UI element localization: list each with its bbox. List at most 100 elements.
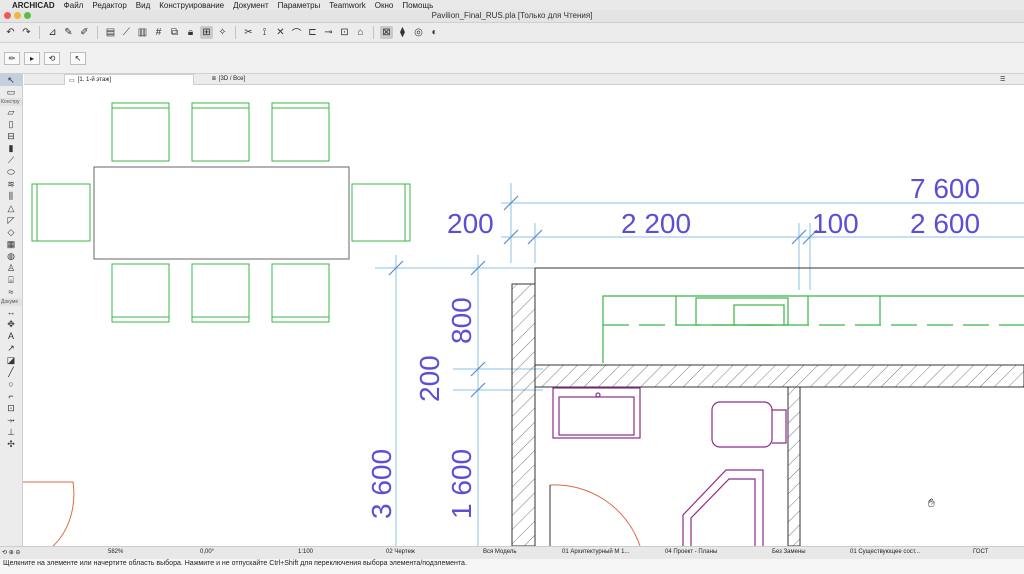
rotate-icon[interactable]: ⟲ [44,52,60,65]
model-view[interactable]: Вся Модель [483,549,516,555]
pointer-icon[interactable]: ↖ [70,52,86,65]
nav-undo-icon[interactable]: ⟲ ⊕ ⊖ [2,549,20,556]
window-tool-icon[interactable]: ⊟ [0,130,22,142]
pen-set[interactable]: 01 Архитектурный М 1... [562,549,629,555]
lock-icon[interactable]: 🔒︎ [184,26,197,39]
menu-file[interactable]: Файл [64,1,84,10]
syringe-icon[interactable]: ✐ [78,26,91,39]
menu-design[interactable]: Конструирование [159,1,224,10]
trim-icon[interactable]: ✂ [242,26,255,39]
marquee-tool-icon[interactable]: ▭ [0,86,22,98]
mesh-tool-icon[interactable]: ≈ [0,286,22,298]
menu-edit[interactable]: Редактор [92,1,126,10]
column-tool-icon[interactable]: ▮ [0,142,22,154]
morph-tool-icon[interactable]: ◍ [0,250,22,262]
menu-document[interactable]: Документ [233,1,269,10]
floor-plan-icon[interactable]: ⊠ [380,26,393,39]
railing-tool-icon[interactable]: ⫼ [0,190,22,202]
bathroom-fixtures[interactable] [552,387,787,546]
tab-floor-plan[interactable]: ▭ [1. 1-й этаж] [64,74,194,85]
home-icon[interactable]: ⌂ [354,26,367,39]
menu-help[interactable]: Помощь [402,1,433,10]
angle-value[interactable]: 0,00° [200,549,214,555]
magic-wand-icon[interactable]: ✧ [216,26,229,39]
tab-3d[interactable]: ⧈ [3D / Все] [208,74,249,84]
ruler-icon[interactable]: ▥ [136,26,149,39]
layer-icon[interactable]: ▤ [104,26,117,39]
model-view-option[interactable]: 04 Проект - Планы [665,549,717,555]
wall-tool-icon[interactable]: ▱ [0,106,22,118]
section-tool-icon[interactable]: ⤞ [0,414,22,426]
circle-tool-icon[interactable]: ○ [0,378,22,390]
dining-set[interactable] [31,102,411,323]
zone-tool-icon[interactable]: ⌸ [0,274,22,286]
kitchen-counter[interactable] [602,295,1024,363]
more-tools-icon[interactable]: ✣ [0,438,22,450]
slab-tool-icon[interactable]: ⬭ [0,166,22,178]
zoom-value[interactable]: 582% [108,549,123,555]
curtain-wall-tool-icon[interactable]: ▦ [0,238,22,250]
roof-tool-icon[interactable]: △ [0,202,22,214]
skylight-tool-icon[interactable]: ◇ [0,226,22,238]
navigator-icon[interactable]: ☰ [996,74,1009,84]
eyedropper-icon[interactable]: ✎ [62,26,75,39]
arrow-tool-icon[interactable]: ↖ [0,74,22,86]
renovation-filter[interactable]: 01 Существующее сост... [850,549,920,555]
split-icon[interactable]: ⊸ [322,26,335,39]
dimension-left-d[interactable]: 3 600 [366,449,397,519]
menu-view[interactable]: Вид [136,1,150,10]
polyline-tool-icon[interactable]: ⌐ [0,390,22,402]
level-dimension-tool-icon[interactable]: ✥ [0,318,22,330]
menu-options[interactable]: Параметры [278,1,321,10]
graphic-override[interactable]: Без Замены [772,549,806,555]
layer-combo[interactable]: 02 Чертеж [386,549,415,555]
render-icon[interactable]: ◐ [428,26,441,39]
floor-plan-canvas[interactable]: 7 600 200 2 200 100 2 600 800 200 1 600 … [23,85,1024,547]
intersect-icon[interactable]: ✕ [274,26,287,39]
menu-app-name[interactable]: ARCHICAD [12,1,55,10]
dimension-tool-icon[interactable]: ↔ [0,306,22,318]
suspend-groups-icon[interactable]: ⊞ [200,26,213,39]
standard-toolbar: ↶ ↷ ⊿ ✎ ✐ ▤ ⟋ ▥ # ⧉ 🔒︎ ⊞ ✧ ✂ ⟟ ✕ ⌒ ⊏ ⊸ ⊡… [0,23,1024,43]
label-tool-icon[interactable]: ↗ [0,342,22,354]
object-tool-icon[interactable]: ♙ [0,262,22,274]
walls[interactable] [511,267,1024,547]
stair-tool-icon[interactable]: ≋ [0,178,22,190]
elevation-tool-icon[interactable]: ⊥ [0,426,22,438]
dimension-top-b[interactable]: 2 200 [621,208,691,239]
document-header: Докуме [0,298,22,306]
dimension-total[interactable]: 7 600 [910,173,980,204]
add-point-icon[interactable]: ⊡ [338,26,351,39]
dimension-top-a[interactable]: 200 [447,208,494,239]
fill-tool-icon[interactable]: ◪ [0,354,22,366]
scale-value[interactable]: 1:100 [298,549,313,555]
dimension-top-d[interactable]: 2 600 [910,208,980,239]
pen-icon[interactable]: ✏ [4,52,20,65]
adjust-icon[interactable]: ⟟ [258,26,271,39]
redo-icon[interactable]: ↷ [20,26,33,39]
dimension-standard[interactable]: ГОСТ [973,549,988,555]
line-tool-icon[interactable]: ╱ [0,366,22,378]
section-icon[interactable]: ◎ [412,26,425,39]
door-tool-icon[interactable]: ▯ [0,118,22,130]
text-tool-icon[interactable]: A [0,330,22,342]
dimension-left-c[interactable]: 1 600 [446,449,477,519]
offset-icon[interactable]: ⊏ [306,26,319,39]
drawing-tool-icon[interactable]: ⊡ [0,402,22,414]
dimension-left-a[interactable]: 800 [446,297,477,344]
menu-teamwork[interactable]: Teamwork [329,1,365,10]
dimension-top-c[interactable]: 100 [812,208,859,239]
arrow-tool-settings-icon[interactable]: ▸ [24,52,40,65]
trace-icon[interactable]: ⧉ [168,26,181,39]
beam-tool-icon[interactable]: ⟋ [0,154,22,166]
3d-view-icon[interactable]: ⧫ [396,26,409,39]
pick-up-icon[interactable]: ⊿ [46,26,59,39]
toolbox: ↖ ▭ Констру ▱ ▯ ⊟ ▮ ⟋ ⬭ ≋ ⫼ △ ◸ ◇ ▦ ◍ ♙ … [0,74,23,546]
menu-window[interactable]: Окно [375,1,394,10]
undo-icon[interactable]: ↶ [4,26,17,39]
guide-line-icon[interactable]: ⟋ [120,26,133,39]
grid-icon[interactable]: # [152,26,165,39]
fillet-icon[interactable]: ⌒ [290,26,303,40]
dimension-left-b[interactable]: 200 [414,355,445,402]
shell-tool-icon[interactable]: ◸ [0,214,22,226]
